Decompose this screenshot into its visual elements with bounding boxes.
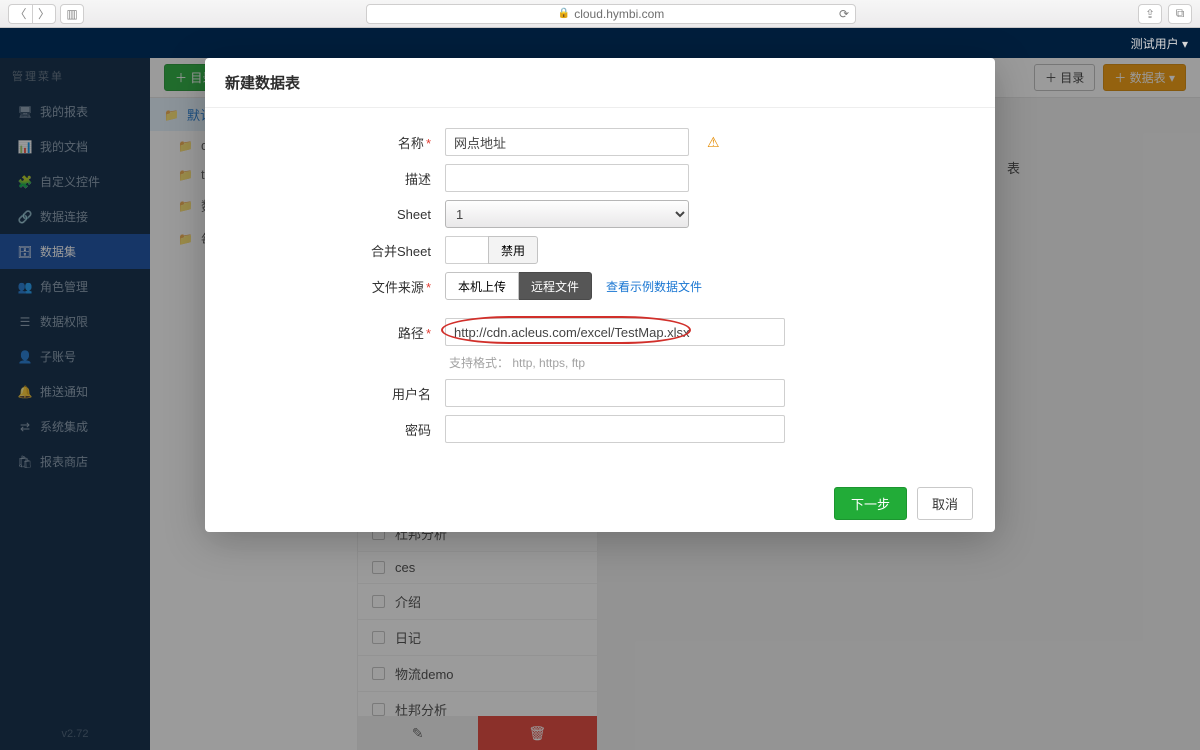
lock-icon: 🔒 <box>558 8 570 19</box>
tabs-button[interactable]: ⧉ <box>1168 4 1192 24</box>
app-header-bar: 测试用户 ▾ <box>0 28 1200 58</box>
source-remote-button[interactable]: 远程文件 <box>519 272 592 300</box>
example-link[interactable]: 查看示例数据文件 <box>606 278 702 295</box>
merge-input[interactable] <box>445 236 489 264</box>
chevron-down-icon: ▾ <box>1179 37 1188 51</box>
sheet-select[interactable]: 1 <box>445 200 689 228</box>
share-button[interactable]: ⇪ <box>1138 4 1162 24</box>
next-button[interactable]: 下一步 <box>834 487 907 520</box>
reload-icon[interactable]: ⟳ <box>839 7 849 21</box>
back-button[interactable]: 〈 <box>8 4 32 24</box>
url-text: cloud.hymbi.com <box>574 7 664 21</box>
merge-disable-button[interactable]: 禁用 <box>488 236 538 264</box>
modal-title: 新建数据表 <box>205 58 995 108</box>
password-input[interactable] <box>445 415 785 443</box>
browser-toolbar: 〈 〉 ▥ 🔒 cloud.hymbi.com ⟳ ⇪ ⧉ <box>0 0 1200 28</box>
sidebar-toggle-button[interactable]: ▥ <box>60 4 84 24</box>
source-local-button[interactable]: 本机上传 <box>445 272 519 300</box>
forward-button[interactable]: 〉 <box>32 4 56 24</box>
desc-input[interactable] <box>445 164 689 192</box>
modal-overlay: 新建数据表 名称* ⚠ 描述 Sheet 1 合并Sheet 禁用 <box>0 58 1200 750</box>
username-input[interactable] <box>445 379 785 407</box>
path-input[interactable] <box>445 318 785 346</box>
warning-icon: ⚠ <box>707 134 720 151</box>
address-bar[interactable]: 🔒 cloud.hymbi.com ⟳ <box>366 4 856 24</box>
new-dataset-modal: 新建数据表 名称* ⚠ 描述 Sheet 1 合并Sheet 禁用 <box>205 58 995 532</box>
user-menu[interactable]: 测试用户 ▾ <box>1131 35 1188 52</box>
cancel-button[interactable]: 取消 <box>917 487 973 520</box>
name-input[interactable] <box>445 128 689 156</box>
